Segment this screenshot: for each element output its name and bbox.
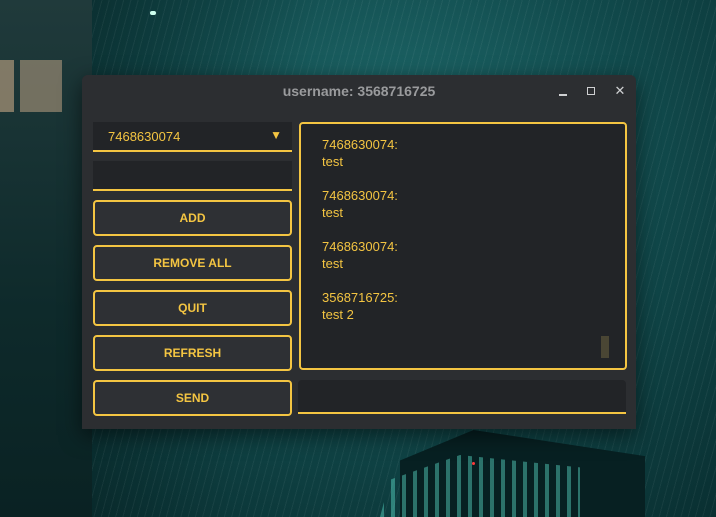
send-button[interactable]: SEND: [93, 380, 292, 416]
chat-message: 7468630074: test: [322, 187, 398, 221]
lit-window: [20, 60, 62, 112]
contact-input[interactable]: [93, 161, 292, 191]
minimize-button[interactable]: [554, 82, 572, 100]
maximize-button[interactable]: [582, 82, 600, 100]
triangle-down-icon: ▼: [270, 128, 282, 142]
message-sender: 3568716725:: [322, 290, 398, 305]
close-button[interactable]: ✕: [611, 82, 629, 100]
building-left: [0, 0, 92, 517]
message-text: test: [322, 256, 343, 271]
contact-dropdown-value: 7468630074: [108, 129, 181, 144]
message-text: test: [322, 205, 343, 220]
beacon-light: [472, 462, 475, 465]
chat-message: 3568716725: test 2: [322, 289, 398, 323]
add-button[interactable]: ADD: [93, 200, 292, 236]
lit-window: [0, 60, 14, 112]
street-light: [150, 11, 156, 15]
contact-dropdown[interactable]: 7468630074 ▼: [93, 122, 292, 152]
message-sender: 7468630074:: [322, 239, 398, 254]
quit-button[interactable]: QUIT: [93, 290, 292, 326]
message-sender: 7468630074:: [322, 188, 398, 203]
maximize-icon: [587, 87, 595, 95]
chat-log[interactable]: 7468630074: test 7468630074: test 746863…: [299, 122, 627, 370]
remove-all-button[interactable]: REMOVE ALL: [93, 245, 292, 281]
message-input[interactable]: [298, 380, 626, 414]
message-text: test 2: [322, 307, 354, 322]
title-bar[interactable]: username: 3568716725 ✕: [82, 75, 636, 108]
chat-app-window: username: 3568716725 ✕ 7468630074 ▼ ADD …: [82, 75, 636, 429]
refresh-button[interactable]: REFRESH: [93, 335, 292, 371]
minimize-icon: [559, 94, 567, 96]
message-text: test: [322, 154, 343, 169]
chat-scrollbar[interactable]: [601, 336, 609, 358]
close-icon: ✕: [614, 83, 626, 98]
window-title: username: 3568716725: [282, 83, 436, 99]
window-content: 7468630074 ▼ ADD REMOVE ALL QUIT REFRESH…: [82, 108, 636, 429]
chat-message: 7468630074: test: [322, 238, 398, 272]
chat-message: 7468630074: test: [322, 136, 398, 170]
message-sender: 7468630074:: [322, 137, 398, 152]
